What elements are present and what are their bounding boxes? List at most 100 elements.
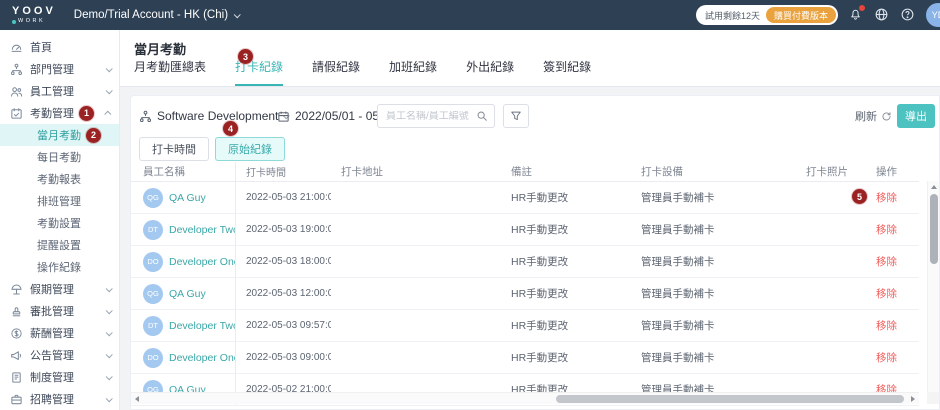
scroll-up-arrow[interactable] [931,185,937,189]
account-switcher[interactable]: Demo/Trial Account - HK (Chi) [74,9,241,21]
remove-link[interactable]: 移除 [876,286,897,301]
remove-link[interactable]: 移除 [876,254,897,269]
table-row: QG QA Guy 2022-05-03 12:00:00 HR手動更改 管理員手… [131,278,919,310]
globe-icon[interactable] [874,7,890,23]
sidebar-item-attendance-settings[interactable]: 考勤設置 [0,212,119,234]
subtab-bar: 打卡時間 原始紀錄 [139,137,285,161]
tab-outing-records[interactable]: 外出紀錄 [466,58,514,86]
scroll-left-arrow[interactable] [135,396,139,402]
clock-device: 管理員手動補卡 [641,320,715,332]
tab-leave-records[interactable]: 請假紀錄 [312,58,360,86]
chevron-down-icon [105,372,113,380]
trial-pill: 試用剩餘12天 購買付費版本 [695,5,838,25]
remark: HR手動更改 [511,224,569,236]
search-icon[interactable] [476,110,488,122]
vertical-scroll-thumb[interactable] [929,194,938,264]
notification-bell-icon[interactable] [848,5,865,23]
sidebar-label: 每日考勤 [37,152,81,164]
employee-name-link[interactable]: QA Guy [169,288,206,300]
sidebar-item-home[interactable]: 首頁 [0,36,119,58]
subtab-raw-records[interactable]: 原始紀錄 [215,137,285,161]
sidebar-item-shift-management[interactable]: 排班管理 [0,190,119,212]
tab-monthly-summary[interactable]: 月考勤匯總表 [134,58,206,86]
sidebar-item-departments[interactable]: 部門管理 [0,58,119,80]
buy-paid-version-button[interactable]: 購買付費版本 [765,7,836,23]
sidebar-label: 提醒設置 [37,240,81,252]
clock-device: 管理員手動補卡 [641,224,715,236]
horizontal-scrollbar[interactable] [131,392,919,404]
help-icon[interactable] [900,7,916,23]
sidebar-item-employees[interactable]: 員工管理 [0,80,119,102]
sidebar: 首頁 部門管理 員工管理 考勤管理 1 當月考勤 2 每日考勤 考勤報表 排班管… [0,30,120,410]
refresh-button[interactable]: 刷新 [855,108,892,124]
clock-address [331,182,501,213]
sidebar-item-operation-log[interactable]: 操作紀錄 [0,256,119,278]
sidebar-item-leave-management[interactable]: 假期管理 [0,278,119,300]
sidebar-label: 考勤設置 [37,218,81,230]
dashboard-icon [10,41,23,54]
employee-name-link[interactable]: Developer One [169,256,235,268]
sidebar-item-policy-management[interactable]: 制度管理 [0,366,119,388]
sidebar-item-attendance-report[interactable]: 考勤報表 [0,168,119,190]
sidebar-item-recruitment-management[interactable]: 招聘管理 [0,388,119,410]
employee-name-link[interactable]: QA Guy [169,192,206,204]
clock-address [331,246,501,277]
sidebar-item-reminder-settings[interactable]: 提醒設置 [0,234,119,256]
vertical-scrollbar[interactable] [927,181,939,404]
department-filter[interactable]: Software Development [139,104,291,128]
remark: HR手動更改 [511,288,569,300]
clock-time: 2022-05-03 18:00:00 [246,256,331,267]
sidebar-item-current-month[interactable]: 當月考勤 2 [0,124,119,146]
subtab-clock-time[interactable]: 打卡時間 [139,137,209,161]
employee-name-link[interactable]: Developer One [169,352,235,364]
sidebar-item-approval-management[interactable]: 審批管理 [0,300,119,322]
employee-search-input[interactable] [378,110,476,122]
sidebar-label: 當月考勤 [37,130,81,142]
chevron-down-icon [105,64,113,72]
chevron-down-icon [105,86,113,94]
app-window: YOOV WORK Demo/Trial Account - HK (Chi) … [0,0,940,410]
employee-name-link[interactable]: Developer Two [169,224,235,236]
sidebar-item-announcement-management[interactable]: 公告管理 [0,344,119,366]
remark: HR手動更改 [511,352,569,364]
clock-photo [796,214,866,245]
sidebar-item-payroll-management[interactable]: 薪酬管理 [0,322,119,344]
tab-overtime-records[interactable]: 加班紀錄 [389,58,437,86]
tab-signin-records[interactable]: 簽到紀錄 [543,58,591,86]
col-clock-time: 打卡時間 [246,168,286,179]
remove-link[interactable]: 移除 [876,222,897,237]
tab-bar: 月考勤匯總表 打卡紀錄 請假紀錄 加班紀錄 外出紀錄 簽到紀錄 [134,58,591,86]
remove-link[interactable]: 移除 [876,318,897,333]
employee-name-link[interactable]: Developer Two [169,320,235,332]
clock-address [331,278,501,309]
remark: HR手動更改 [511,256,569,268]
clock-time: 2022-05-03 12:00:00 [246,288,331,299]
sidebar-item-daily-attendance[interactable]: 每日考勤 [0,146,119,168]
table-row: DO Developer One 2022-05-03 18:00:00 HR手動… [131,246,919,278]
sidebar-label: 部門管理 [30,64,74,76]
export-button[interactable]: 導出 [897,104,935,128]
avatar: DT [143,219,163,240]
col-clock-device: 打卡設備 [641,166,683,178]
avatar: QG [143,187,163,208]
chevron-up-icon [104,110,112,118]
horizontal-scroll-thumb[interactable] [556,395,904,403]
clock-time: 2022-05-03 21:00:00 [246,192,331,203]
avatar: QG [143,283,163,304]
scroll-right-arrow[interactable] [911,396,915,402]
clock-device: 管理員手動補卡 [641,192,715,204]
advanced-filter-button[interactable] [503,104,529,128]
col-clock-address: 打卡地址 [341,166,383,178]
stamp-icon [10,305,23,318]
filter-row: Software Development 2022/05/01 - 05/25 … [131,104,939,128]
sidebar-item-attendance[interactable]: 考勤管理 1 [0,102,119,124]
remove-link[interactable]: 移除 [876,350,897,365]
employee-search [377,104,495,128]
sidebar-label: 招聘管理 [30,394,74,406]
user-avatar[interactable]: YD [926,3,940,27]
table-body: QG QA Guy 2022-05-03 21:00:00 HR手動更改 管理員手… [131,182,919,409]
org-icon [139,110,152,122]
briefcase-icon [10,393,23,406]
remove-link[interactable]: 移除 [876,190,897,205]
remark: HR手動更改 [511,320,569,332]
